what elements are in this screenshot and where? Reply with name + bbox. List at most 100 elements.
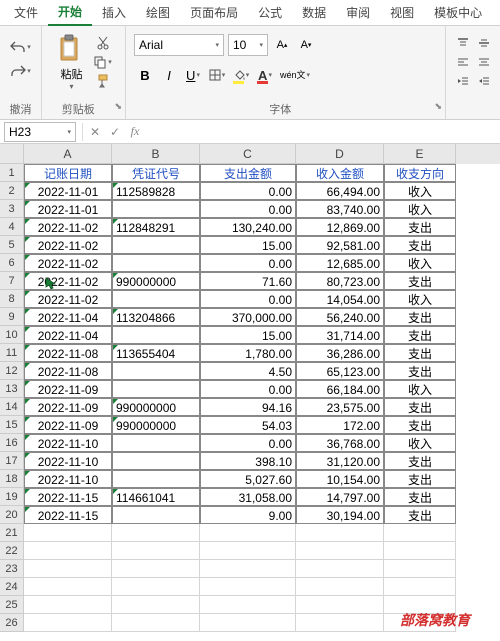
row-header-14[interactable]: 14 (0, 398, 24, 416)
cell[interactable]: 56,240.00 (296, 308, 384, 326)
menu-公式[interactable]: 公式 (248, 0, 292, 25)
cell[interactable]: 2022-11-09 (24, 416, 112, 434)
menu-模板中心[interactable]: 模板中心 (424, 0, 492, 25)
menu-开始[interactable]: 开始 (48, 0, 92, 26)
cell[interactable] (112, 542, 200, 560)
cell[interactable]: 支出 (384, 326, 456, 344)
cell[interactable]: 0.00 (200, 182, 296, 200)
cell[interactable]: 2022-11-01 (24, 200, 112, 218)
row-header-7[interactable]: 7 (0, 272, 24, 290)
align-middle-button[interactable] (474, 34, 494, 52)
cell[interactable] (112, 236, 200, 254)
cell[interactable]: 9.00 (200, 506, 296, 524)
italic-button[interactable]: I (158, 64, 180, 86)
cell[interactable] (112, 560, 200, 578)
cell[interactable]: 65,123.00 (296, 362, 384, 380)
cell[interactable] (24, 524, 112, 542)
cell[interactable]: 112589828 (112, 182, 200, 200)
row-header-8[interactable]: 8 (0, 290, 24, 308)
cell[interactable]: 2022-11-10 (24, 434, 112, 452)
cell[interactable]: 54.03 (200, 416, 296, 434)
format-painter-button[interactable] (93, 72, 113, 90)
cell[interactable]: 15.00 (200, 236, 296, 254)
font-launcher[interactable]: ⬊ (434, 101, 442, 112)
row-header-15[interactable]: 15 (0, 416, 24, 434)
cell[interactable] (112, 506, 200, 524)
row-header-13[interactable]: 13 (0, 380, 24, 398)
cell[interactable]: 支出 (384, 452, 456, 470)
cell[interactable]: 71.60 (200, 272, 296, 290)
cell[interactable]: 支出 (384, 308, 456, 326)
cell[interactable]: 0.00 (200, 434, 296, 452)
undo-button[interactable]: ▾ (9, 36, 33, 58)
cell[interactable]: 2022-11-01 (24, 182, 112, 200)
cell[interactable]: 172.00 (296, 416, 384, 434)
align-top-button[interactable] (453, 34, 473, 52)
cell[interactable]: 0.00 (200, 290, 296, 308)
cell[interactable] (112, 614, 200, 632)
cell[interactable] (296, 578, 384, 596)
cell[interactable]: 2022-11-08 (24, 362, 112, 380)
cell[interactable]: 2022-11-02 (24, 290, 112, 308)
cell[interactable]: 0.00 (200, 380, 296, 398)
cell[interactable]: 支出 (384, 362, 456, 380)
cell[interactable]: 支出 (384, 416, 456, 434)
cell[interactable] (296, 524, 384, 542)
cell[interactable] (112, 434, 200, 452)
cell[interactable] (296, 596, 384, 614)
cell[interactable]: 12,685.00 (296, 254, 384, 272)
cell[interactable]: 66,184.00 (296, 380, 384, 398)
cell[interactable]: 94.16 (200, 398, 296, 416)
row-header-19[interactable]: 19 (0, 488, 24, 506)
menu-审阅[interactable]: 审阅 (336, 0, 380, 25)
cell[interactable]: 113204866 (112, 308, 200, 326)
cell[interactable]: 12,869.00 (296, 218, 384, 236)
cell[interactable]: 支出金额 (200, 164, 296, 182)
cut-button[interactable] (93, 34, 113, 52)
cell[interactable]: 5,027.60 (200, 470, 296, 488)
cell[interactable]: 支出 (384, 272, 456, 290)
cell[interactable] (112, 290, 200, 308)
cell[interactable] (112, 452, 200, 470)
cell[interactable] (112, 326, 200, 344)
cell[interactable]: 14,797.00 (296, 488, 384, 506)
increase-indent-button[interactable] (474, 72, 494, 90)
cell[interactable]: 15.00 (200, 326, 296, 344)
cell[interactable] (296, 614, 384, 632)
cell[interactable] (200, 614, 296, 632)
row-header-6[interactable]: 6 (0, 254, 24, 272)
cell[interactable]: 31,120.00 (296, 452, 384, 470)
cell[interactable]: 2022-11-10 (24, 470, 112, 488)
row-header-20[interactable]: 20 (0, 506, 24, 524)
row-header-16[interactable]: 16 (0, 434, 24, 452)
cell[interactable]: 990000000 (112, 398, 200, 416)
cell[interactable] (112, 380, 200, 398)
cell[interactable] (296, 560, 384, 578)
row-header-10[interactable]: 10 (0, 326, 24, 344)
row-header-4[interactable]: 4 (0, 218, 24, 236)
menu-插入[interactable]: 插入 (92, 0, 136, 25)
paste-dropdown[interactable]: ▾ (69, 82, 73, 91)
font-name-select[interactable]: Arial▾ (134, 34, 224, 56)
cell[interactable]: 990000000 (112, 272, 200, 290)
cell[interactable]: 收入 (384, 434, 456, 452)
redo-button[interactable]: ▾ (9, 60, 33, 82)
cell[interactable]: 2022-11-10 (24, 452, 112, 470)
cell[interactable]: 113655404 (112, 344, 200, 362)
cell[interactable]: 92,581.00 (296, 236, 384, 254)
row-header-3[interactable]: 3 (0, 200, 24, 218)
cell[interactable]: 31,714.00 (296, 326, 384, 344)
row-header-11[interactable]: 11 (0, 344, 24, 362)
menu-数据[interactable]: 数据 (292, 0, 336, 25)
cell[interactable]: 2022-11-09 (24, 398, 112, 416)
row-header-18[interactable]: 18 (0, 470, 24, 488)
cell[interactable] (384, 524, 456, 542)
cell[interactable]: 支出 (384, 344, 456, 362)
insert-function-button[interactable]: fx (125, 122, 145, 142)
row-header-9[interactable]: 9 (0, 308, 24, 326)
row-header-17[interactable]: 17 (0, 452, 24, 470)
cell[interactable]: 112848291 (112, 218, 200, 236)
cell[interactable]: 2022-11-02 (24, 218, 112, 236)
cell[interactable] (384, 578, 456, 596)
menu-绘图[interactable]: 绘图 (136, 0, 180, 25)
